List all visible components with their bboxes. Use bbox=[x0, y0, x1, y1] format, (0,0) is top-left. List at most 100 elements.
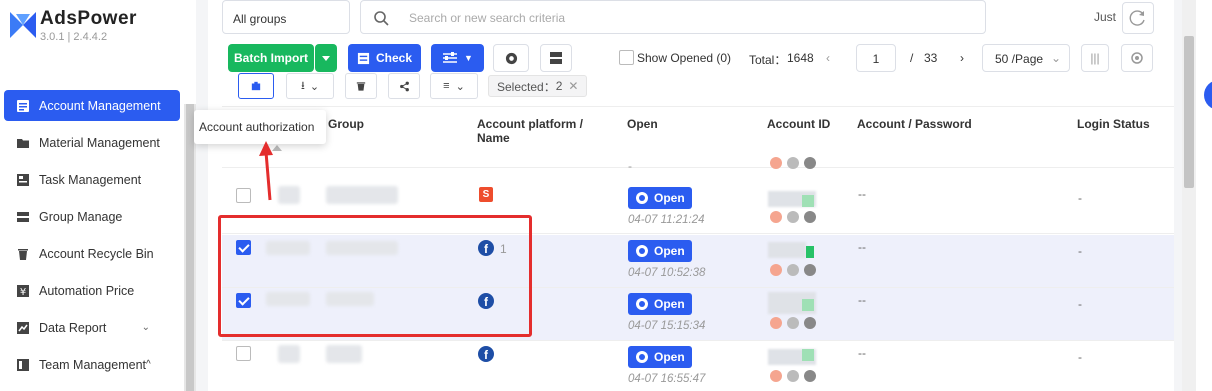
location-icon[interactable] bbox=[770, 264, 782, 276]
browser-button[interactable] bbox=[493, 44, 529, 72]
column-header-open[interactable]: Open bbox=[627, 117, 658, 131]
row-checkbox[interactable] bbox=[236, 188, 251, 203]
location-icon[interactable] bbox=[770, 317, 782, 329]
open-button[interactable]: Open bbox=[628, 346, 692, 368]
search-icon bbox=[374, 11, 389, 26]
open-label: Open bbox=[654, 191, 685, 205]
account-id-green bbox=[802, 349, 814, 361]
sidebar: AdsPower 3.0.1 | 2.4.4.2 Account Managem… bbox=[0, 0, 196, 391]
layout-button[interactable] bbox=[540, 44, 572, 72]
team-icon bbox=[17, 358, 29, 371]
sidebar-item-label: Automation Price bbox=[39, 283, 135, 298]
column-header-platform[interactable]: Account platform / Name bbox=[477, 117, 583, 145]
sidebar-item-label: Task Management bbox=[39, 172, 142, 187]
open-button[interactable]: Open bbox=[628, 240, 692, 262]
fingerprint-icon[interactable] bbox=[787, 317, 799, 329]
fingerprint-icon[interactable] bbox=[787, 264, 799, 276]
row-checkbox[interactable] bbox=[236, 346, 251, 361]
serial-blur bbox=[278, 345, 300, 363]
show-opened-checkbox[interactable] bbox=[619, 50, 634, 65]
share-button[interactable] bbox=[388, 73, 420, 99]
open-button[interactable]: Open bbox=[628, 187, 692, 209]
prev-page-button[interactable]: ‹ bbox=[826, 51, 830, 65]
sidebar-nav: Account Management Material Management T… bbox=[4, 90, 180, 386]
filter-settings-button[interactable]: ▼ bbox=[431, 44, 484, 72]
selection-highlight-box bbox=[218, 215, 532, 337]
account-id-green bbox=[802, 195, 814, 207]
sidebar-item-label: Team Management bbox=[39, 357, 147, 372]
selected-label: Selected： bbox=[497, 79, 556, 94]
chevron-down-icon: ⌄ bbox=[309, 80, 320, 93]
layout-icon bbox=[550, 52, 562, 64]
adspower-logo-icon bbox=[10, 12, 36, 38]
group-blur bbox=[326, 186, 398, 204]
scrollbar-thumb[interactable] bbox=[186, 104, 194, 391]
chevron-down-icon: ⌄ bbox=[141, 322, 150, 333]
target-icon[interactable] bbox=[804, 370, 816, 382]
app-name: AdsPower bbox=[40, 8, 137, 29]
chevron-up-icon: ^ bbox=[146, 359, 151, 370]
column-header-account-password[interactable]: Account / Password bbox=[857, 117, 972, 131]
annotation-arrow bbox=[259, 141, 273, 201]
sidebar-item-account-management[interactable]: Account Management bbox=[4, 90, 180, 121]
column-header-login-status[interactable]: Login Status bbox=[1077, 117, 1150, 131]
table-row[interactable]: f Open 04-07 16:55:47 -- - bbox=[222, 341, 1174, 391]
columns-button[interactable]: ||| bbox=[1081, 44, 1109, 72]
floating-help-icon[interactable] bbox=[1204, 80, 1212, 110]
target-icon[interactable] bbox=[804, 264, 816, 276]
column-header-platform-line2: Name bbox=[477, 131, 510, 145]
fingerprint-icon[interactable] bbox=[787, 370, 799, 382]
refresh-icon bbox=[1129, 10, 1145, 26]
briefcase-icon bbox=[251, 81, 261, 91]
batch-import-dropdown[interactable] bbox=[315, 44, 337, 72]
sidebar-item-data-report[interactable]: Data Report ⌄ bbox=[4, 312, 180, 343]
last-open-time: 04-07 10:52:38 bbox=[628, 267, 706, 279]
batch-import-button[interactable]: Batch Import bbox=[228, 44, 314, 72]
per-page-select[interactable]: 50 /Page ⌄ bbox=[982, 44, 1070, 72]
sidebar-item-task-management[interactable]: Task Management bbox=[4, 164, 180, 195]
chevron-down-icon: ⌄ bbox=[455, 80, 465, 93]
open-button[interactable]: Open bbox=[628, 293, 692, 315]
location-icon[interactable] bbox=[770, 370, 782, 382]
header-row-time: - bbox=[628, 159, 632, 173]
logo: AdsPower 3.0.1 | 2.4.4.2 bbox=[10, 8, 137, 43]
page-separator: / bbox=[910, 51, 914, 65]
group-select[interactable]: All groups bbox=[222, 0, 350, 34]
browser-icon bbox=[636, 351, 648, 363]
task-icon bbox=[17, 173, 29, 186]
folder-icon bbox=[17, 138, 29, 148]
main-scrollbar[interactable] bbox=[1182, 0, 1196, 391]
search-input[interactable]: Search or new search criteria bbox=[360, 0, 986, 34]
sidebar-item-team-management[interactable]: Team Management ^ bbox=[4, 349, 180, 380]
export-button[interactable]: ⭳ ⌄ bbox=[286, 73, 334, 99]
sidebar-item-automation-price[interactable]: ¥ Automation Price bbox=[4, 275, 180, 306]
sidebar-item-label: Data Report bbox=[39, 320, 107, 335]
target-icon[interactable] bbox=[804, 211, 816, 223]
group-icon bbox=[17, 211, 29, 222]
refresh-button[interactable] bbox=[1122, 2, 1154, 34]
sidebar-scrollbar[interactable] bbox=[184, 104, 196, 391]
settings-button[interactable] bbox=[1121, 44, 1153, 72]
clear-selection-icon[interactable]: ✕ bbox=[568, 79, 578, 93]
account-authorization-button[interactable] bbox=[238, 73, 274, 99]
sidebar-item-account-recycle-bin[interactable]: Account Recycle Bin bbox=[4, 238, 180, 269]
column-header-account-id[interactable]: Account ID bbox=[767, 117, 830, 131]
delete-button[interactable] bbox=[345, 73, 377, 99]
more-actions-button[interactable]: ≡ ⌄ bbox=[430, 73, 478, 99]
sidebar-item-label: Group Manage bbox=[39, 209, 123, 224]
sidebar-item-material-management[interactable]: Material Management bbox=[4, 127, 180, 158]
location-icon[interactable] bbox=[770, 211, 782, 223]
column-header-group[interactable]: Group bbox=[328, 117, 364, 131]
account-password: -- bbox=[858, 187, 866, 201]
page-number-input[interactable]: 1 bbox=[856, 44, 896, 72]
sidebar-item-group-manage[interactable]: Group Manage bbox=[4, 201, 180, 232]
per-page-value: 50 /Page bbox=[995, 52, 1044, 66]
target-icon[interactable] bbox=[804, 317, 816, 329]
fingerprint-icon[interactable] bbox=[787, 211, 799, 223]
open-label: Open bbox=[654, 297, 685, 311]
check-button[interactable]: Check bbox=[348, 44, 421, 72]
scrollbar-thumb[interactable] bbox=[1184, 36, 1194, 188]
app-version: 3.0.1 | 2.4.4.2 bbox=[40, 31, 108, 43]
next-page-button[interactable]: › bbox=[960, 51, 964, 65]
login-status: - bbox=[1078, 244, 1082, 258]
